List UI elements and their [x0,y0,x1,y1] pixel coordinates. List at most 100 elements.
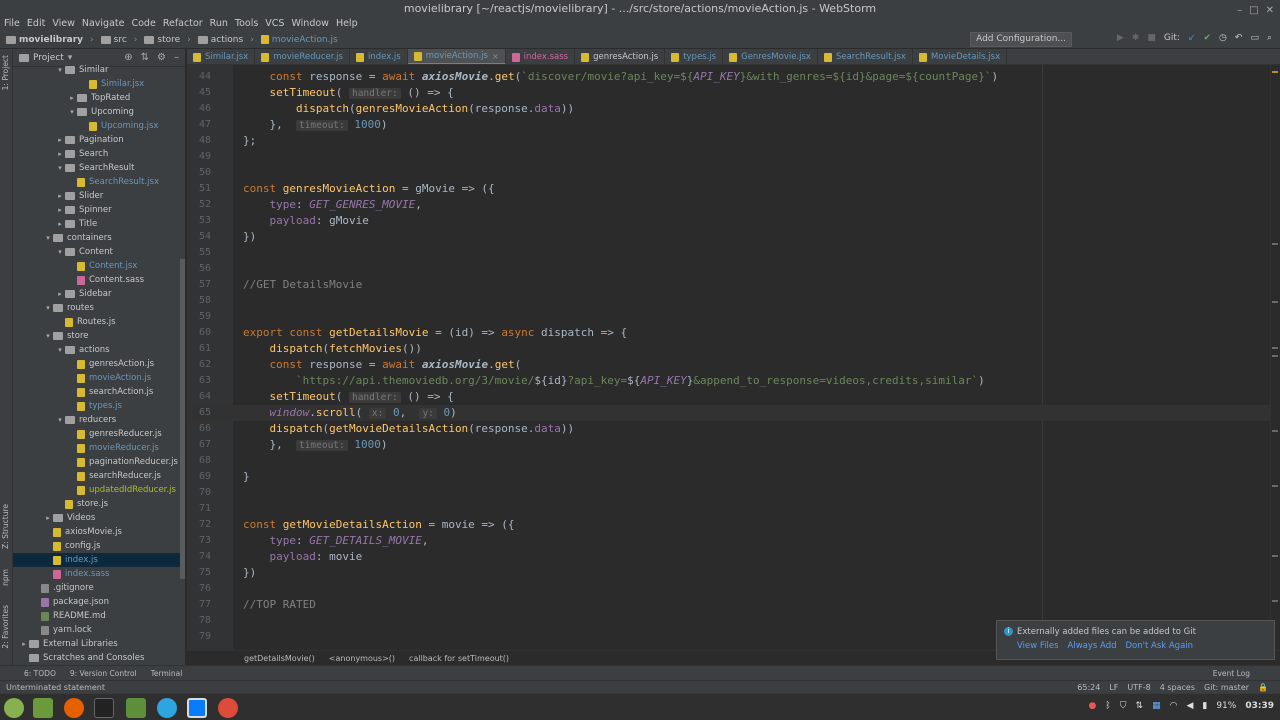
line-number[interactable]: 62 [187,357,211,373]
line-number[interactable]: 63 [187,373,211,389]
line-number[interactable]: 50 [187,165,211,181]
code-text[interactable]: `https://api.themoviedb.org/3/movie/${id… [243,373,985,389]
tree-item[interactable]: ▸ Search [13,147,185,161]
code-line[interactable]: 67 }, timeout: 1000) [187,437,1280,453]
run-icon[interactable]: ▶ [1117,33,1124,43]
chrome-icon[interactable] [218,698,238,718]
line-number[interactable]: 77 [187,597,211,613]
tree-item[interactable]: ▾ store [13,329,185,343]
tree-item[interactable]: searchReducer.js [13,469,185,483]
mint-menu-icon[interactable] [4,698,24,718]
line-number[interactable]: 57 [187,277,211,293]
code-text[interactable]: //GET DetailsMovie [243,277,362,293]
code-line[interactable]: 77 //TOP RATED [187,597,1280,613]
tree-item[interactable]: ▾ actions [13,343,185,357]
code-line[interactable]: 58 [187,293,1280,309]
update-icon[interactable]: ● [1089,701,1097,711]
dropdown-icon[interactable]: ▾ [68,53,73,63]
tree-item[interactable]: index.js [13,553,185,567]
expand-arrow-icon[interactable]: ▸ [19,640,29,648]
tree-item[interactable]: ▸ Pagination [13,133,185,147]
tree-item[interactable]: Scratches and Consoles [13,651,185,665]
dont-ask-again-link[interactable]: Don't Ask Again [1126,641,1194,651]
editor-tab[interactable]: SearchResult.jsx [818,49,913,64]
code-text[interactable]: }; [243,133,256,149]
tree-item[interactable]: updatedIdReducer.js [13,483,185,497]
debug-icon[interactable]: ✱ [1132,33,1140,43]
gear-icon[interactable]: ⚙ [157,52,166,63]
line-number[interactable]: 64 [187,389,211,405]
tree-item[interactable]: ▸ Videos [13,511,185,525]
breadcrumb-item[interactable]: actions [211,35,243,45]
editor-breadcrumb-item[interactable]: callback for setTimeout() [409,654,509,663]
code-line[interactable]: 44 const response = await axiosMovie.get… [187,69,1280,85]
code-line[interactable]: 72 const getMovieDetailsAction = movie =>… [187,517,1280,533]
editor-tab[interactable]: index.sass [506,49,576,64]
wifi-icon[interactable]: ◠ [1170,701,1178,711]
code-line[interactable]: 57 //GET DetailsMovie [187,277,1280,293]
code-text[interactable]: const genresMovieAction = gMovie => ({ [243,181,495,197]
tree-item[interactable]: axiosMovie.js [13,525,185,539]
shield-icon[interactable]: ⛉ [1120,701,1127,711]
line-number[interactable]: 53 [187,213,211,229]
indent-setting[interactable]: 4 spaces [1160,683,1195,692]
code-line[interactable]: 52 type: GET_GENRES_MOVIE, [187,197,1280,213]
rollback-icon[interactable]: ↶ [1235,33,1243,43]
code-line[interactable]: 76 [187,581,1280,597]
tree-item[interactable]: package.json [13,595,185,609]
expand-arrow-icon[interactable]: ▾ [55,248,65,256]
line-number[interactable]: 56 [187,261,211,277]
line-number[interactable]: 66 [187,421,211,437]
code-line[interactable]: 75}) [187,565,1280,581]
collapse-icon[interactable]: ⇅ [141,52,149,63]
line-number[interactable]: 49 [187,149,211,165]
expand-arrow-icon[interactable]: ▸ [55,220,65,228]
code-line[interactable]: 55 [187,245,1280,261]
code-text[interactable]: type: GET_DETAILS_MOVIE, [243,533,429,549]
tree-item[interactable]: types.js [13,399,185,413]
tree-item[interactable]: ▾ Content [13,245,185,259]
code-line[interactable]: 50 [187,165,1280,181]
tree-item[interactable]: .gitignore [13,581,185,595]
expand-arrow-icon[interactable]: ▾ [55,164,65,172]
tree-item[interactable]: movieAction.js [13,371,185,385]
tree-item[interactable]: ▸ Sidebar [13,287,185,301]
menu-edit[interactable]: Edit [27,17,45,31]
editor-tab[interactable]: Similar.jsx [187,49,256,64]
menu-run[interactable]: Run [210,17,228,31]
code-line[interactable]: 59 [187,309,1280,325]
line-number[interactable]: 68 [187,453,211,469]
code-line[interactable]: 48}; [187,133,1280,149]
project-panel-title[interactable]: Project [33,53,64,63]
file-encoding[interactable]: UTF-8 [1127,683,1150,692]
expand-arrow-icon[interactable]: ▾ [55,416,65,424]
line-number[interactable]: 60 [187,325,211,341]
breadcrumb-item[interactable]: movieAction.js [272,35,338,45]
code-text[interactable]: //TOP RATED [243,597,316,613]
code-text[interactable]: setTimeout( handler: () => { [243,389,454,406]
tree-item[interactable]: ▾ routes [13,301,185,315]
editor-breadcrumb-item[interactable]: getDetailsMovie() [244,654,315,663]
todo-tab[interactable]: 6: TODO [24,669,56,678]
structure-toolwindow-tab[interactable]: Z: Structure [1,504,10,549]
code-text[interactable]: export const getDetailsMovie = (id) => a… [243,325,627,341]
code-text[interactable]: type: GET_GENRES_MOVIE, [243,197,422,213]
code-text[interactable]: payload: movie [243,549,363,565]
line-number[interactable]: 55 [187,245,211,261]
version-control-tab[interactable]: 9: Version Control [70,669,137,678]
editor-tab[interactable]: movieAction.js × [407,49,506,64]
favorites-toolwindow-tab[interactable]: 2: Favorites [1,605,10,649]
code-text[interactable]: }, timeout: 1000) [243,437,388,454]
tree-item[interactable]: searchAction.js [13,385,185,399]
files-app-icon[interactable] [33,698,53,718]
project-scrollbar[interactable] [180,259,185,579]
expand-arrow-icon[interactable]: ▾ [43,332,53,340]
project-toolwindow-tab[interactable]: 1: Project [1,55,10,90]
tree-item[interactable]: README.md [13,609,185,623]
lock-icon[interactable]: 🔒 [1258,683,1268,692]
line-number[interactable]: 59 [187,309,211,325]
code-editor[interactable]: 44 const response = await axiosMovie.get… [187,65,1280,650]
battery-icon[interactable]: ▮ [1202,701,1207,711]
menu-file[interactable]: File [4,17,20,31]
tree-item[interactable]: yarn.lock [13,623,185,637]
